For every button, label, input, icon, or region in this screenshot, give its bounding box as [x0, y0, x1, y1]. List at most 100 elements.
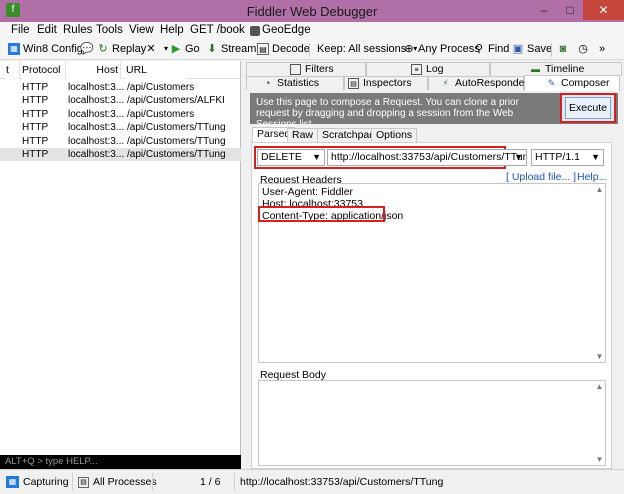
web-sessions-list[interactable]: t Protocol Host URL HTTP localhost:3.../a… [0, 61, 241, 455]
table-row[interactable]: HTTP localhost:3.../api/Customers/ALFKI [0, 94, 241, 107]
subtab-raw[interactable]: Raw [287, 128, 319, 142]
header-line: User-Agent: Fiddler [262, 186, 354, 198]
replay-button[interactable]: ↻ Replay [97, 43, 146, 55]
table-row[interactable]: HTTP localhost:3.../api/Customers [0, 108, 241, 121]
timer-button[interactable]: ◷ [577, 43, 589, 55]
table-row[interactable]: HTTP localhost:3.../api/Customers [0, 81, 241, 94]
execute-button[interactable]: Execute [560, 93, 616, 123]
screenshot-button[interactable]: ◙ [557, 43, 569, 55]
session-protocol: HTTP [22, 108, 49, 120]
column-header-protocol[interactable]: Protocol [22, 61, 66, 79]
decode-button[interactable]: ▤ Decode [257, 43, 310, 55]
menu-file[interactable]: File [11, 24, 30, 36]
status-url: http://localhost:33753/api/Customers/TTu… [240, 476, 444, 488]
binoculars-icon: ⚲ [474, 43, 484, 55]
table-row[interactable]: HTTP localhost:3.../api/Customers/TTung [0, 148, 241, 161]
go-button[interactable]: ▶ Go [170, 43, 200, 55]
menu-geoedge[interactable]: GeoEdge [262, 24, 311, 36]
session-host: localhost:3... [68, 149, 124, 160]
tab-composer[interactable]: ✎ Composer [546, 77, 610, 90]
scroll-down-icon[interactable]: ▼ [594, 454, 605, 465]
session-protocol: HTTP [22, 122, 49, 134]
win8config-button[interactable]: ▦ Win8 Config [8, 43, 83, 55]
geoedge-icon [250, 26, 260, 36]
session-host: localhost:3... [68, 122, 124, 134]
lightning-icon: ⚡ [442, 78, 449, 88]
tab-filters[interactable]: Filters [290, 63, 334, 76]
menu-edit[interactable]: Edit [37, 24, 57, 36]
scroll-down-icon[interactable]: ▼ [594, 351, 605, 362]
menu-help[interactable]: Help [160, 24, 184, 36]
sessions-column-headers: t Protocol Host URL [0, 61, 241, 79]
column-header-host[interactable]: Host [66, 61, 121, 79]
scroll-up-icon[interactable]: ▲ [594, 184, 605, 195]
remove-button[interactable]: ✕ ▾ [145, 43, 172, 55]
decode-icon: ▤ [257, 43, 269, 55]
session-url: /api/Customers [127, 82, 195, 93]
title-bar: f Fiddler Web Debugger – □ ✕ [0, 0, 624, 22]
menu-bar: File Edit Rules Tools View Help GET /boo… [0, 22, 624, 40]
session-host: localhost:3... [68, 108, 124, 120]
chevron-down-icon: ▼ [514, 152, 523, 162]
process-icon: ▤ [78, 476, 89, 488]
tab-statistics[interactable]: ◔ Statistics [262, 77, 319, 90]
stream-button[interactable]: ⬇ Stream [206, 43, 256, 55]
session-url: /api/Customers/TTung [127, 122, 226, 134]
session-host: localhost:3... [68, 82, 124, 93]
menu-get-book[interactable]: GET /book [190, 24, 245, 36]
session-count: 1 / 6 [200, 476, 221, 488]
session-protocol: HTTP [22, 149, 49, 160]
help-link[interactable]: Help... [577, 171, 607, 183]
status-separator [234, 473, 235, 491]
capturing-toggle[interactable]: ▦ Capturing [6, 476, 69, 488]
toolbar-more-button[interactable]: » [596, 43, 608, 55]
toolbar-separator [551, 43, 552, 57]
clock-icon: ◷ [578, 43, 588, 55]
upload-file-link[interactable]: [ Upload file... ] [506, 171, 576, 183]
status-separator [72, 473, 73, 491]
checkbox-icon [290, 64, 301, 75]
request-url-input[interactable]: http://localhost:33753/api/Customers/TTu… [327, 149, 527, 166]
column-header-url[interactable]: URL [126, 61, 186, 79]
play-icon: ▶ [171, 43, 181, 55]
windows-icon: ▦ [8, 43, 20, 55]
speech-bubble-icon: 💬 [80, 43, 94, 55]
table-row[interactable]: HTTP localhost:3.../api/Customers/TTung [0, 135, 241, 148]
column-header-index[interactable]: t [6, 61, 20, 79]
menu-rules[interactable]: Rules [63, 24, 92, 36]
session-protocol: HTTP [22, 95, 49, 107]
crosshair-icon: ⊕ [404, 43, 414, 55]
session-url: /api/Customers/TTung [127, 135, 226, 147]
scroll-up-icon[interactable]: ▲ [594, 381, 605, 392]
close-button[interactable]: ✕ [583, 0, 624, 20]
tab-log[interactable]: ≡ Log [411, 63, 444, 76]
tab-autoresponder[interactable]: ⚡ AutoResponder [440, 77, 528, 90]
subtab-options[interactable]: Options [371, 128, 418, 142]
camera-icon: ◙ [559, 43, 567, 55]
toolbar: ▦ Win8 Config 💬 ↻ Replay ✕ ▾ ▶ Go ⬇ Stre… [0, 40, 624, 60]
pencil-icon: ✎ [547, 78, 556, 88]
toolbar-separator [309, 43, 310, 57]
menu-tools[interactable]: Tools [96, 24, 123, 36]
http-version-select[interactable]: HTTP/1.1 ▼ [531, 149, 604, 166]
quickexec-input[interactable]: ALT+Q > type HELP... [0, 455, 241, 469]
session-protocol: HTTP [22, 82, 49, 93]
tab-inspectors[interactable]: ▤ Inspectors [348, 77, 411, 90]
save-button[interactable]: ▣ Save [512, 43, 552, 55]
process-filter[interactable]: ▤ All Processes [78, 476, 157, 488]
status-bar: ▦ Capturing ▤ All Processes 1 / 6 http:/… [0, 469, 624, 494]
any-process-button[interactable]: ⊕ Any Process [403, 43, 479, 55]
find-button[interactable]: ⚲ Find [473, 43, 509, 55]
table-row[interactable]: HTTP localhost:3.../api/Customers/TTung [0, 121, 241, 134]
request-body-textarea[interactable]: ▲ ▼ [258, 380, 606, 466]
menu-view[interactable]: View [129, 24, 154, 36]
status-separator [152, 473, 153, 491]
comment-button[interactable]: 💬 [80, 43, 94, 55]
minimize-button[interactable]: – [531, 0, 557, 20]
inspect-icon: ▤ [348, 78, 359, 89]
replay-icon: ↻ [98, 43, 108, 55]
maximize-button[interactable]: □ [557, 0, 583, 20]
x-icon: ✕ [146, 43, 156, 55]
http-method-select[interactable]: DELETE ▼ [257, 149, 325, 166]
session-url: /api/Customers/ALFKI [127, 95, 225, 107]
